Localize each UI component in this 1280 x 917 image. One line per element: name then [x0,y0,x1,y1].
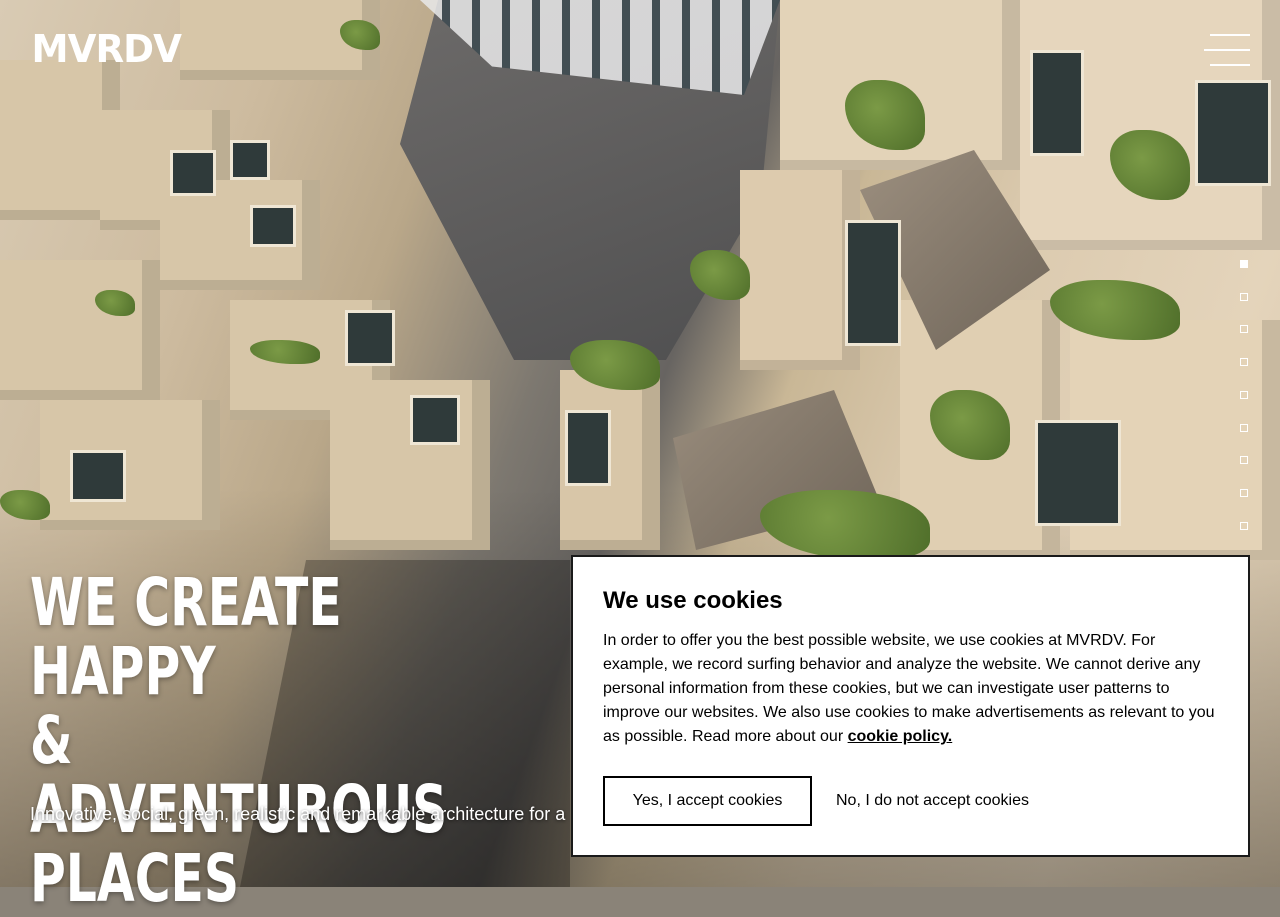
slide-indicator-2[interactable] [1240,292,1248,301]
window [410,395,460,445]
window [1030,50,1084,156]
slide-indicator-6[interactable] [1240,423,1248,432]
slide-indicator-9[interactable] [1240,521,1248,530]
cookie-banner-text: In order to offer you the best possible … [603,629,1218,749]
slide-indicator-5[interactable] [1240,390,1248,399]
accept-cookies-button[interactable]: Yes, I accept cookies [603,776,812,826]
terrace-plants [0,490,50,520]
building-block [40,400,220,530]
headline-line: WE CREATE HAPPY [30,564,342,710]
cookie-banner-title: We use cookies [603,587,783,614]
window [230,140,270,180]
window [170,150,216,196]
window [1195,80,1271,186]
building-block [0,260,160,400]
menu-button[interactable] [1204,34,1250,68]
hero-subline: Innovative, social, green, realistic and… [30,804,566,824]
window [845,220,901,346]
headline-line: PLACES [30,840,240,917]
cookie-policy-link[interactable]: cookie policy. [848,728,953,745]
hamburger-menu-icon [1210,34,1250,36]
slide-indicator-4[interactable] [1240,358,1248,367]
cookie-banner: We use cookies In order to offer you the… [571,555,1250,857]
window [1035,420,1121,526]
building-block [740,170,860,370]
slide-indicator-3[interactable] [1240,325,1248,334]
decline-cookies-button[interactable]: No, I do not accept cookies [836,792,1029,810]
hamburger-menu-icon [1204,49,1250,51]
window [70,450,126,502]
building-block [160,180,320,290]
cookie-actions: Yes, I accept cookies No, I do not accep… [603,776,1029,826]
hamburger-menu-icon [1210,64,1250,66]
window [565,410,611,486]
window [345,310,395,366]
slide-indicator-8[interactable] [1240,488,1248,497]
slide-indicator-7[interactable] [1240,456,1248,465]
mvrdv-logo[interactable]: MVRDV [32,30,182,68]
window [250,205,296,247]
hero-headline: WE CREATE HAPPY & ADVENTUROUS PLACES [30,564,447,917]
slide-indicator-1[interactable] [1240,260,1248,268]
